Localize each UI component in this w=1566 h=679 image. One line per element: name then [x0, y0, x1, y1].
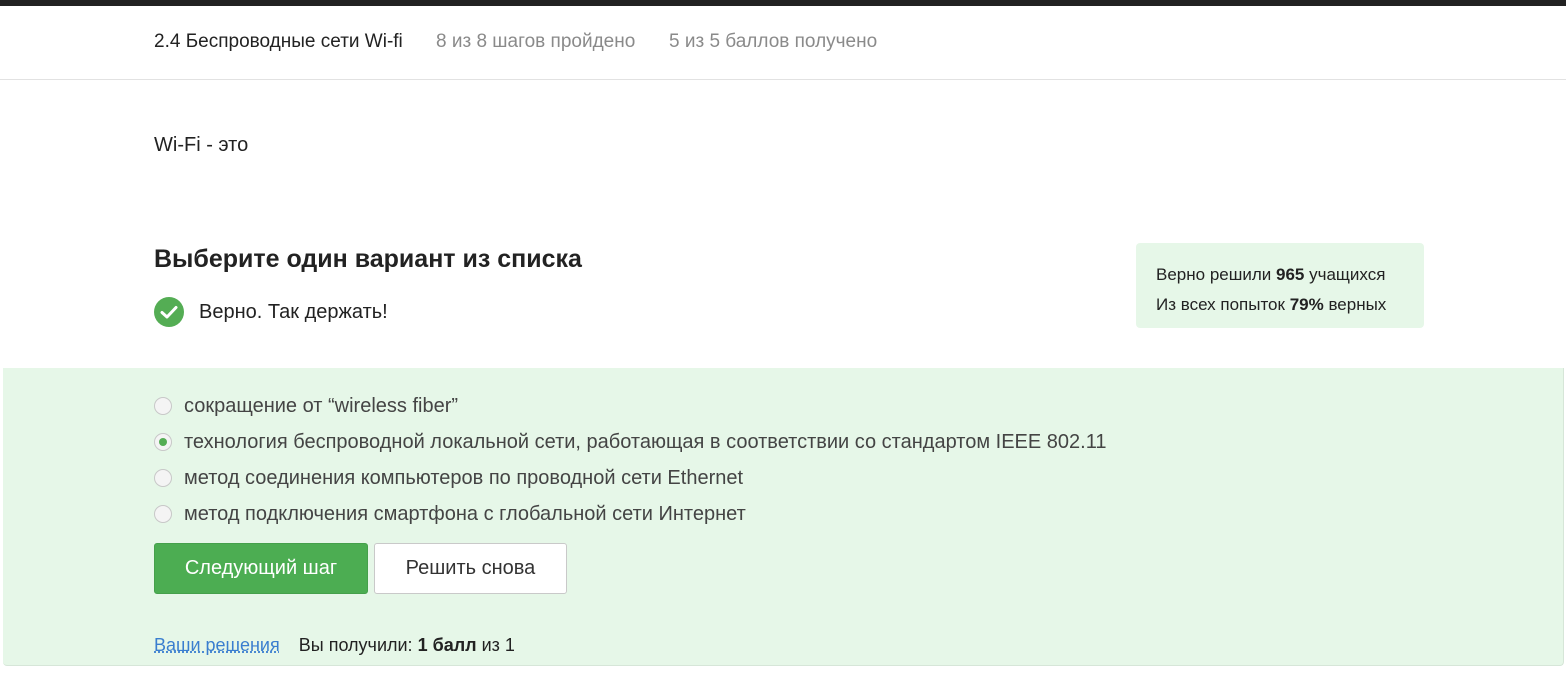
option-label: технология беспроводной локальной сети, …: [184, 430, 1107, 453]
quiz-heading: Выберите один вариант из списка: [154, 245, 582, 273]
stats-solved: Верно решили 965 учащихся: [1156, 265, 1386, 284]
solved-count: 965: [1276, 265, 1305, 284]
radio-icon[interactable]: [154, 469, 172, 487]
your-solutions-link[interactable]: Ваши решения: [154, 635, 280, 655]
option-label: метод подключения смартфона с глобальной…: [184, 502, 746, 525]
radio-icon[interactable]: [154, 505, 172, 523]
retry-button[interactable]: Решить снова: [374, 543, 567, 594]
steps-progress: 8 из 8 шагов пройдено: [436, 31, 636, 52]
feedback-text: Верно. Так держать!: [199, 300, 388, 323]
feedback-message: Верно. Так держать!: [154, 297, 388, 327]
points-progress: 5 из 5 баллов получено: [669, 31, 878, 52]
radio-icon[interactable]: [154, 433, 172, 451]
option-item[interactable]: технология беспроводной локальной сети, …: [154, 424, 1106, 460]
lesson-title[interactable]: 2.4 Беспроводные сети Wi-fi: [154, 31, 403, 53]
stats-box: Верно решили 965 учащихся Из всех попыто…: [1136, 243, 1424, 328]
next-step-button[interactable]: Следующий шаг: [154, 543, 368, 594]
stats-attempts: Из всех попыток 79% верных: [1156, 295, 1387, 314]
option-item[interactable]: сокращение от “wireless fiber”: [154, 388, 1106, 424]
result-footer: Ваши решения Вы получили: 1 балл из 1: [154, 635, 515, 656]
question-text: Wi-Fi - это: [154, 134, 249, 156]
radio-icon[interactable]: [154, 397, 172, 415]
score-value: 1 балл: [417, 635, 477, 655]
options-list: сокращение от “wireless fiber” технологи…: [154, 388, 1106, 532]
lesson-header: 2.4 Беспроводные сети Wi-fi 8 из 8 шагов…: [0, 6, 1566, 80]
attempts-percent: 79%: [1289, 295, 1324, 314]
option-item[interactable]: метод подключения смартфона с глобальной…: [154, 496, 1106, 532]
option-item[interactable]: метод соединения компьютеров по проводно…: [154, 460, 1106, 496]
option-label: сокращение от “wireless fiber”: [184, 394, 459, 417]
score-text: Вы получили: 1 балл из 1: [298, 635, 515, 655]
check-circle-icon: [154, 297, 184, 327]
option-label: метод соединения компьютеров по проводно…: [184, 466, 744, 489]
